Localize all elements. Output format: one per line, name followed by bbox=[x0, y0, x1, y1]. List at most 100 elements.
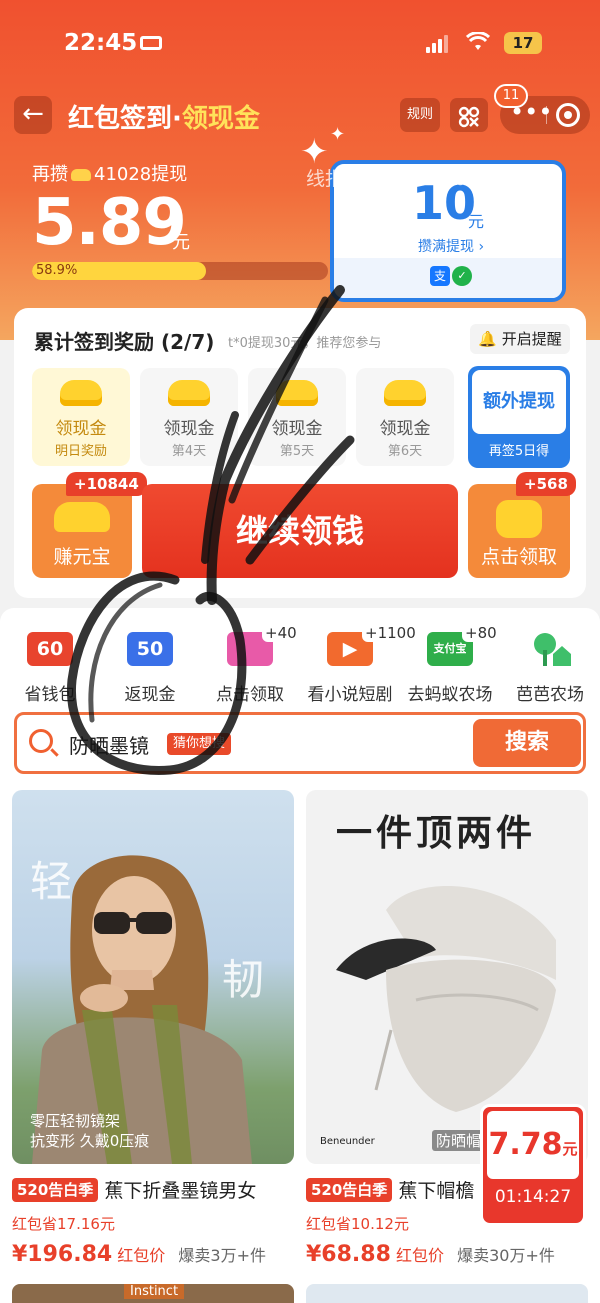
need-suffix: 提现 bbox=[151, 164, 188, 185]
countdown-timer: 01:14:27 bbox=[494, 1187, 572, 1207]
signin-day-tomorrow[interactable]: 领现金 明日奖励 bbox=[32, 368, 130, 466]
gold-ingot-icon bbox=[496, 500, 542, 538]
task-label: 芭芭农场 bbox=[516, 685, 584, 705]
timer-price: 7.78元 bbox=[488, 1127, 577, 1162]
product-price: ¥196.84 bbox=[12, 1242, 113, 1267]
corner-tag: 防晒帽 bbox=[432, 1130, 486, 1151]
product-card[interactable]: 轻 韧 零压轻韧镜架 抗变形 久戴0压痕 520告白季 蕉下折叠墨镜男女 红包省1… bbox=[12, 790, 294, 1267]
qr-code-icon[interactable] bbox=[450, 98, 488, 132]
price-label: 红包价 bbox=[117, 1246, 166, 1265]
search-suggest-tag: 猜你想搜 bbox=[167, 733, 232, 755]
next-product-label: Instinct bbox=[124, 1284, 185, 1299]
need-amount: 41028 bbox=[94, 164, 152, 185]
continue-earning-button[interactable]: 继续领钱 bbox=[142, 484, 458, 578]
withdraw-target-unit: 元 bbox=[468, 212, 485, 231]
title-main: 红包签到 bbox=[68, 104, 173, 134]
progress-label: 58.9% bbox=[36, 263, 78, 278]
brand-logo: Beneunder bbox=[320, 1136, 375, 1147]
wifi-icon bbox=[465, 31, 491, 57]
promo-tag: 520告白季 bbox=[306, 1178, 393, 1202]
price-label: 红包价 bbox=[396, 1246, 445, 1265]
withdraw-target-label: 攒满提现 › bbox=[418, 239, 485, 255]
notification-badge: 11 bbox=[494, 84, 528, 108]
overlay-big-text: 轻 bbox=[30, 857, 73, 906]
task-label: 去蚂蚁农场 bbox=[407, 685, 493, 705]
product-price-row: ¥68.88 红包价 爆卖30万+件 bbox=[306, 1242, 588, 1267]
reminder-label: 开启提醒 bbox=[501, 330, 562, 348]
timer-price-value: 7.78 bbox=[488, 1127, 563, 1162]
task-label: 返现金 bbox=[124, 685, 176, 705]
capsule-divider bbox=[546, 106, 547, 124]
extra-withdraw-title: 额外提现 bbox=[472, 370, 566, 434]
overlay-caption: 抗变形 久戴0压痕 bbox=[30, 1132, 150, 1150]
ingot-icon bbox=[71, 169, 91, 181]
task-baba-farm[interactable]: 芭芭农场 bbox=[500, 632, 600, 705]
search-bar[interactable]: 防晒墨镜 猜你想搜 搜索 bbox=[14, 712, 586, 774]
cash-balance: 5.89 bbox=[32, 186, 187, 260]
watermark: 线报酷-new.xianbao.fun bbox=[306, 168, 526, 190]
sold-count: 爆卖3万+件 bbox=[178, 1246, 266, 1265]
day-sub: 第6天 bbox=[387, 444, 423, 459]
next-product-peek bbox=[306, 1284, 588, 1303]
timer-price-box: 7.78元 bbox=[487, 1111, 579, 1179]
payment-icons: 支 ✓ bbox=[430, 266, 472, 286]
day-title: 领现金 bbox=[55, 419, 107, 439]
product-image: 轻 韧 零压轻韧镜架 抗变形 久戴0压痕 bbox=[12, 790, 294, 1164]
cash-balance-unit: 元 bbox=[172, 232, 190, 253]
rules-button[interactable]: 规则 bbox=[400, 98, 440, 132]
timer-price-unit: 元 bbox=[562, 1140, 578, 1158]
claim-reward-button[interactable]: 点击领取 bbox=[468, 484, 570, 578]
task-save-wallet[interactable]: 60 省钱包 bbox=[0, 632, 100, 705]
day-sub: 第5天 bbox=[279, 444, 315, 459]
need-prefix: 再攒 bbox=[32, 164, 68, 185]
earn-label: 赚元宝 bbox=[53, 546, 111, 568]
signin-day-4[interactable]: 领现金 第4天 bbox=[140, 368, 238, 466]
coupon-60-icon: 60 bbox=[27, 632, 73, 666]
task-ant-farm[interactable]: 支付宝 +80 去蚂蚁农场 bbox=[400, 624, 500, 705]
task-bonus: +80 bbox=[462, 624, 500, 642]
status-time: 22:45 bbox=[64, 30, 138, 56]
earn-ingot-button[interactable]: 赚元宝 bbox=[32, 484, 132, 578]
close-target-icon[interactable] bbox=[556, 103, 580, 127]
extra-withdraw-card[interactable]: 额外提现 再签5日得 bbox=[468, 366, 570, 468]
alipay-icon: 支 bbox=[430, 266, 450, 286]
day-title: 领现金 bbox=[163, 419, 215, 439]
signin-title: 累计签到奖励 (2/7) bbox=[34, 330, 215, 354]
signin-day-6[interactable]: 领现金 第6天 bbox=[356, 368, 454, 466]
claim-reward-chip: +568 bbox=[516, 472, 576, 496]
overlay-big-text: 韧 bbox=[222, 955, 265, 1004]
product-name: 蕉下折叠墨镜男女 bbox=[104, 1180, 257, 1202]
withdraw-need-text: 再攒 41028提现 bbox=[32, 160, 187, 186]
next-product-peek: Instinct bbox=[12, 1284, 294, 1303]
withdraw-progress-bar: 58.9% bbox=[32, 262, 328, 280]
cellular-signal-icon bbox=[426, 34, 450, 53]
task-short-drama[interactable]: ▶ +1100 看小说短剧 bbox=[300, 624, 419, 705]
coupon-50-icon: 50 bbox=[127, 632, 173, 666]
search-button[interactable]: 搜索 bbox=[473, 719, 581, 767]
overlay-caption: 零压轻韧镜架 bbox=[30, 1112, 121, 1130]
day-title: 领现金 bbox=[271, 419, 323, 439]
claim-label: 点击领取 bbox=[480, 546, 557, 568]
gold-ingot-icon bbox=[60, 380, 102, 406]
day-sub: 第4天 bbox=[171, 444, 207, 459]
enable-reminder-button[interactable]: 🔔 开启提醒 bbox=[470, 324, 570, 354]
task-cashback[interactable]: 50 返现金 bbox=[100, 632, 200, 705]
task-click-claim[interactable]: +40 点击领取 bbox=[200, 624, 300, 705]
sold-count: 爆卖30万+件 bbox=[457, 1246, 555, 1265]
sparkle-small-icon: ✦ bbox=[330, 124, 346, 145]
extra-withdraw-sub: 再签5日得 bbox=[488, 444, 550, 459]
wechat-pay-icon: ✓ bbox=[452, 266, 472, 286]
gold-ingot-icon bbox=[54, 502, 110, 532]
product-name: 蕉下帽檐 bbox=[398, 1180, 475, 1202]
task-label: 点击领取 bbox=[216, 685, 284, 705]
back-arrow-icon[interactable]: ← bbox=[14, 96, 52, 134]
floating-reward-timer[interactable]: 7.78元 01:14:27 bbox=[480, 1104, 586, 1226]
title-separator: · bbox=[172, 104, 182, 134]
product-title: 520告白季 蕉下折叠墨镜男女 bbox=[12, 1176, 294, 1203]
task-label: 省钱包 bbox=[24, 685, 76, 705]
page-title: 红包签到·领现金 bbox=[68, 98, 260, 135]
search-input[interactable]: 防晒墨镜 bbox=[69, 730, 149, 759]
product-price: ¥68.88 bbox=[306, 1242, 391, 1267]
signin-day-5[interactable]: 领现金 第5天 bbox=[248, 368, 346, 466]
status-bar: 22:45 17 bbox=[0, 28, 600, 62]
